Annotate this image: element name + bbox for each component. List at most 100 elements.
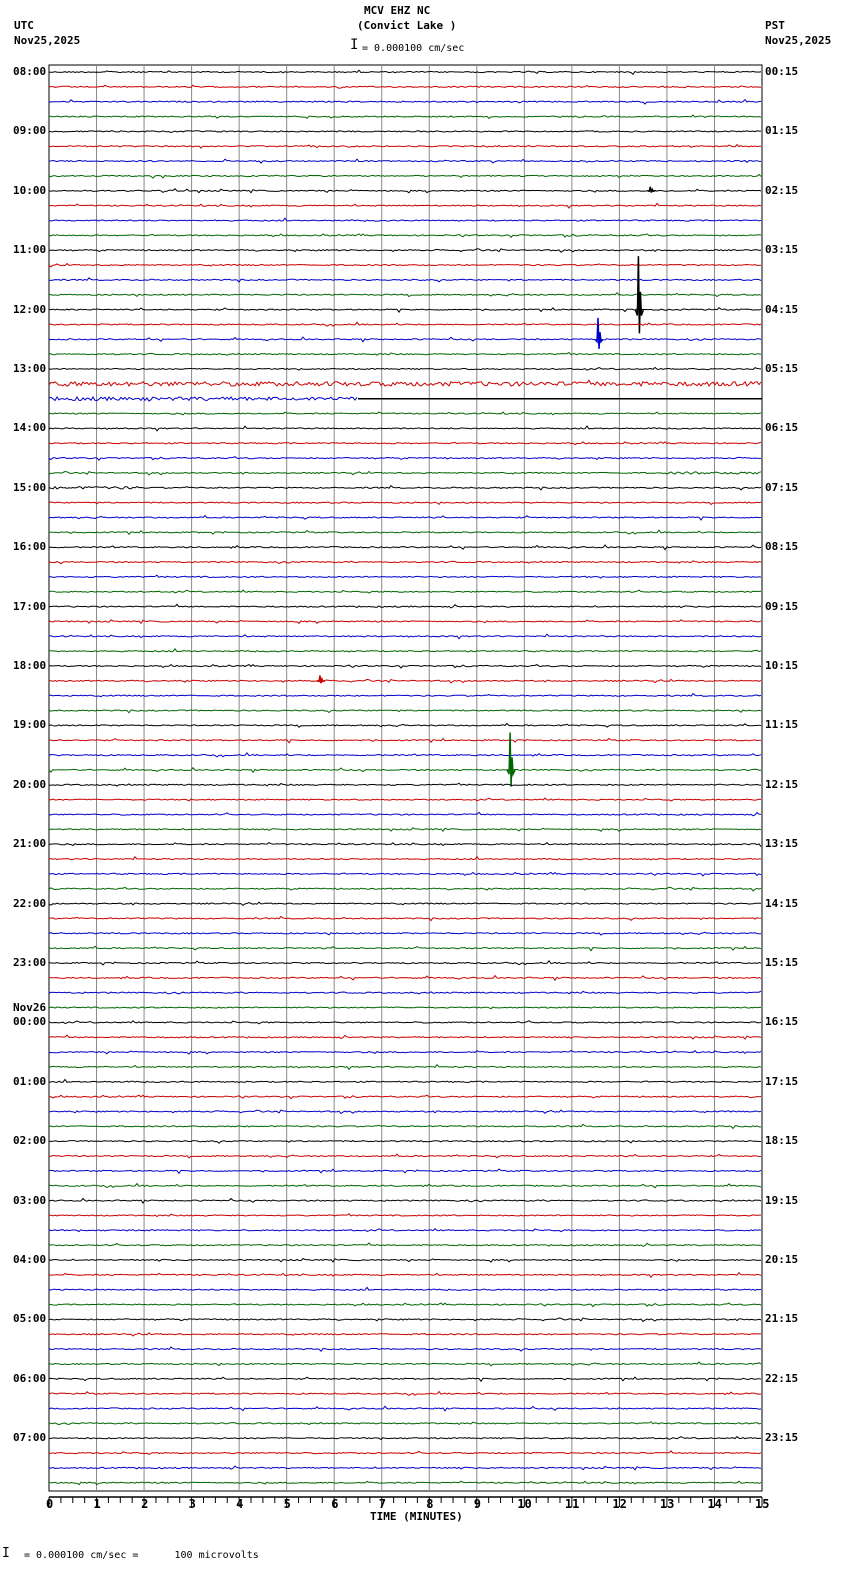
trace-row — [48, 901, 761, 907]
pst-hour-label: 03:15 — [765, 243, 799, 257]
seismogram-plot — [48, 64, 763, 1507]
trace-row — [48, 709, 762, 714]
trace-row — [48, 1332, 762, 1337]
utc-hour-label: 04:00 — [13, 1253, 47, 1266]
pst-hour-label: 20:15 — [765, 1253, 799, 1266]
trace-row — [48, 842, 762, 847]
trace-row — [48, 1109, 762, 1115]
trace-row — [48, 1286, 762, 1292]
trace-row — [48, 456, 761, 461]
trace-row — [48, 855, 761, 861]
trace-row — [48, 233, 762, 239]
trace-row — [48, 886, 762, 892]
trace-row — [49, 1271, 762, 1279]
trace-row — [48, 336, 762, 343]
trace-row — [49, 1421, 762, 1426]
trace-row — [48, 663, 762, 669]
trace-row — [48, 1317, 762, 1323]
trace-row — [48, 1302, 762, 1308]
trace-row — [48, 143, 761, 149]
utc-hour-label: 06:00 — [13, 1371, 47, 1385]
x-tick-label: 13 — [659, 1497, 675, 1511]
utc-hour-label: 21:00 — [13, 837, 47, 851]
x-tick-label: 11 — [564, 1497, 580, 1511]
trace-row — [48, 441, 762, 446]
trace-row — [48, 1020, 762, 1025]
helicorder-page: MCV EHZ NC (Convict Lake ) UTC Nov25,202… — [0, 0, 850, 1584]
seismic-event — [647, 186, 656, 193]
pst-hour-label: 09:15 — [765, 599, 799, 613]
pst-hour-label: 16:15 — [765, 1015, 799, 1029]
trace-row — [48, 1450, 762, 1455]
utc-hour-label: 23:00 — [13, 956, 47, 969]
x-tick-label: 5 — [283, 1497, 291, 1511]
utc-hour-label: 14:00 — [13, 421, 47, 435]
trace-row — [48, 158, 761, 164]
pst-hour-label: 05:15 — [765, 362, 799, 375]
utc-hour-label: 10:00 — [13, 183, 47, 197]
trace-row — [48, 1465, 762, 1471]
x-tick-label: 8 — [426, 1497, 434, 1511]
trace-row — [48, 1123, 761, 1130]
utc-hour-label: 05:00 — [13, 1312, 47, 1326]
trace-row — [48, 931, 762, 936]
utc-hour-label: 20:00 — [13, 777, 47, 791]
pst-hour-label: 06:15 — [765, 421, 799, 435]
trace-row — [48, 1006, 762, 1010]
trace-row — [48, 1405, 762, 1412]
pst-hour-label: 14:15 — [765, 896, 799, 910]
pst-hour-label: 02:15 — [765, 183, 799, 197]
trace-row — [48, 1346, 762, 1352]
utc-hour-label: 09:00 — [13, 124, 47, 138]
trace-row — [48, 990, 762, 995]
trace-row — [48, 1182, 762, 1189]
x-tick-label: 3 — [188, 1497, 196, 1511]
pst-hour-label: 23:15 — [765, 1431, 799, 1445]
trace-row — [48, 366, 762, 371]
pst-hour-label: 17:15 — [765, 1074, 799, 1088]
trace-row — [49, 574, 762, 579]
trace-row — [48, 307, 762, 313]
trace-row — [48, 173, 762, 179]
trace-row — [48, 277, 762, 283]
pst-hour-label: 12:15 — [765, 777, 799, 791]
trace-row — [49, 248, 762, 253]
trace-row — [48, 945, 762, 952]
trace-row — [48, 217, 762, 222]
trace-row — [48, 425, 762, 432]
pst-hour-label: 10:15 — [765, 659, 799, 672]
trace-row — [49, 647, 762, 653]
trace-row — [48, 1242, 762, 1247]
trace-row — [48, 1361, 762, 1367]
trace-row — [48, 1078, 761, 1084]
pst-hour-label: 15:15 — [765, 956, 799, 969]
utc-hour-label: 13:00 — [13, 362, 47, 375]
trace-row — [48, 1390, 762, 1396]
trace-row — [49, 69, 762, 76]
trace-row — [48, 484, 762, 491]
trace-row — [48, 915, 762, 922]
pst-hour-label: 07:15 — [765, 480, 799, 494]
pst-hour-label: 22:15 — [765, 1371, 799, 1385]
trace-row — [48, 692, 762, 698]
trace-row — [48, 1257, 761, 1263]
trace-row — [48, 98, 762, 105]
x-tick-label: 2 — [141, 1497, 149, 1511]
trace-row — [48, 1197, 762, 1204]
trace-row — [48, 766, 762, 774]
pst-hour-label: 04:15 — [765, 302, 799, 316]
trace-row — [48, 737, 762, 744]
date-change-label: Nov26 — [13, 1001, 47, 1015]
x-tick-label: 9 — [473, 1497, 482, 1511]
trace-row — [48, 811, 762, 817]
trace-row — [48, 752, 762, 758]
utc-hour-label: 22:00 — [13, 896, 47, 910]
trace-row — [48, 827, 762, 833]
trace-row — [48, 1168, 762, 1175]
trace-row — [48, 130, 761, 134]
trace-row — [48, 1376, 762, 1383]
utc-hour-label: 17:00 — [13, 599, 47, 613]
trace-row — [48, 396, 358, 402]
trace-row — [48, 619, 762, 625]
utc-hour-label: 07:00 — [13, 1431, 47, 1445]
